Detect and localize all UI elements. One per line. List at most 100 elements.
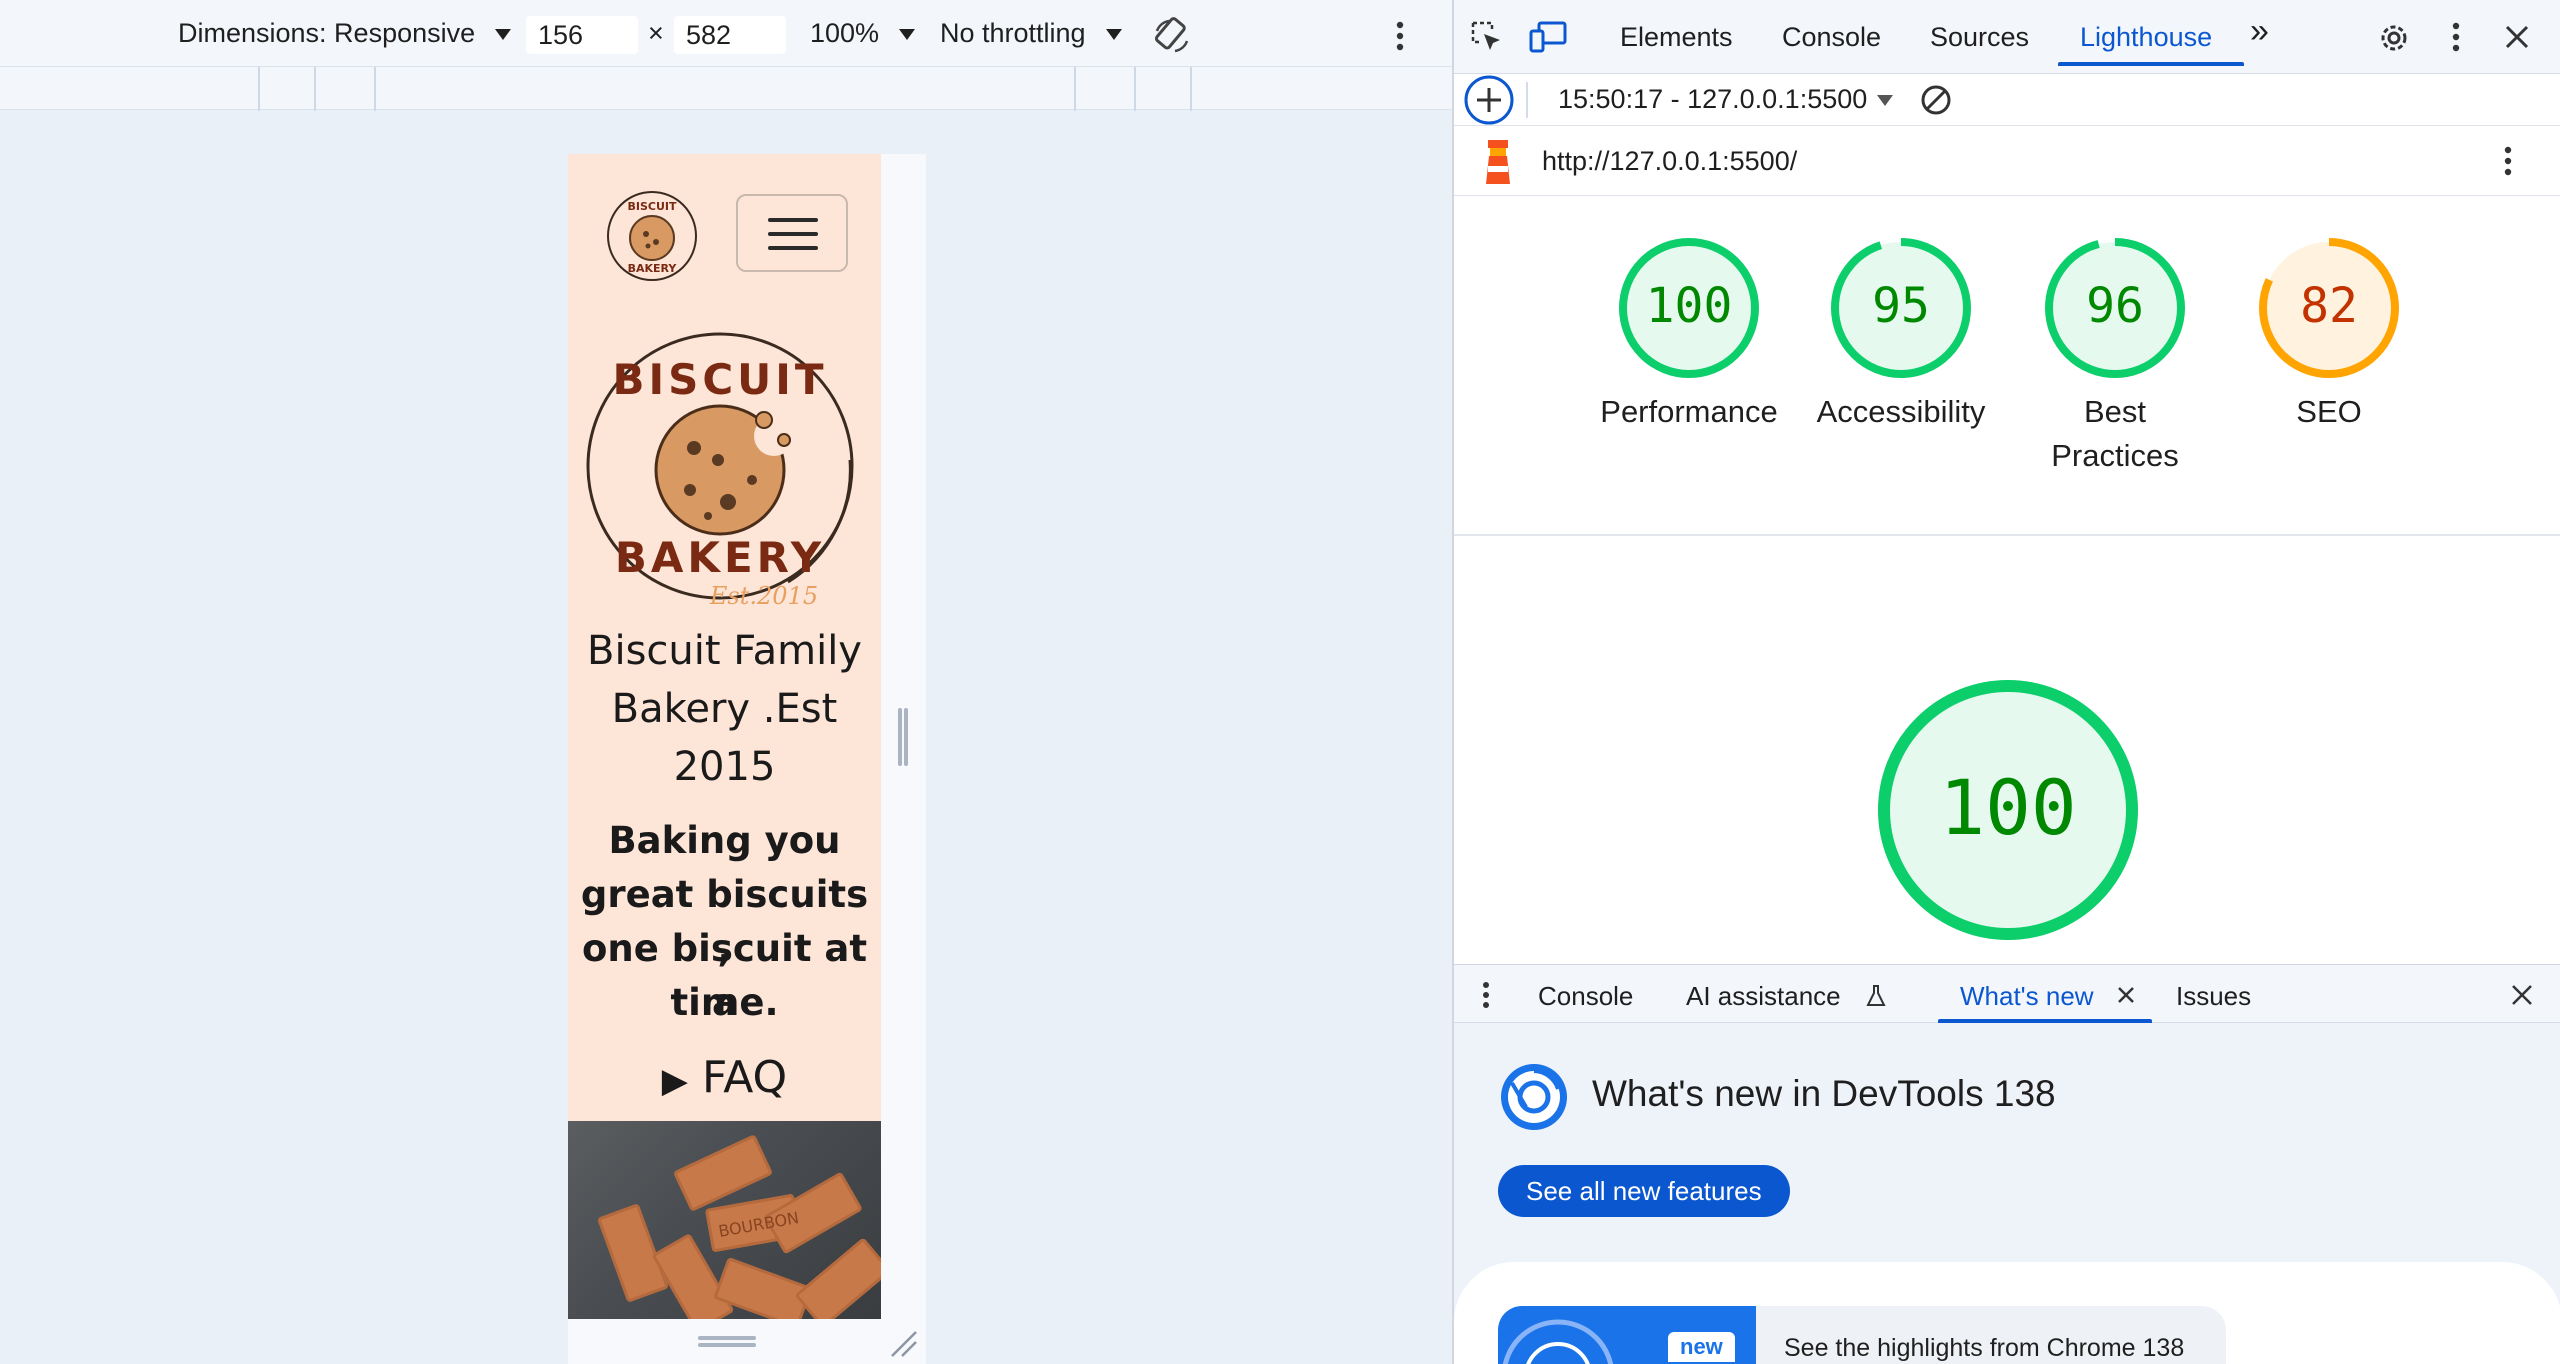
drawer-menu-icon[interactable]: [1476, 979, 1496, 1011]
best-practices-label-line1: Best: [2083, 394, 2147, 429]
hamburger-menu-button[interactable]: [736, 194, 848, 272]
ruler-mark: [1134, 67, 1136, 111]
rotate-icon[interactable]: [1152, 16, 1192, 56]
close-devtools-icon[interactable]: [2500, 20, 2534, 54]
gauge-seo[interactable]: 82 SEO: [2222, 236, 2436, 434]
big-performance-gauge: 100: [1876, 678, 2140, 942]
report-url[interactable]: http://127.0.0.1:5500/: [1542, 146, 1797, 177]
logo-bottom-text: BAKERY: [615, 533, 825, 582]
chevron-down-icon: [899, 29, 916, 40]
report-url-bar: http://127.0.0.1:5500/: [1454, 126, 2560, 196]
tab-console[interactable]: Console: [1782, 22, 1881, 53]
dimensions-label: Dimensions: Responsive: [178, 18, 476, 48]
lighthouse-logo-icon: [1478, 136, 1518, 186]
highlights-text: See the highlights from Chrome 138: [1784, 1334, 2185, 1362]
see-all-new-features-button[interactable]: See all new features: [1498, 1165, 1790, 1217]
width-input[interactable]: 156: [526, 16, 638, 54]
best-practices-label-line2: Practices: [2051, 438, 2179, 473]
drawer-tab-whats-new[interactable]: What's new: [1960, 981, 2094, 1012]
report-menu-icon[interactable]: [2496, 142, 2520, 180]
active-drawer-tab-indicator: [1938, 1019, 2152, 1023]
settings-gear-icon[interactable]: [2374, 18, 2414, 58]
throttling-label: No throttling: [940, 18, 1086, 48]
chrome-devtools-logo-icon: [1498, 1061, 1570, 1133]
drawer-tab-console[interactable]: Console: [1538, 981, 1633, 1012]
clear-reports-icon[interactable]: [1918, 82, 1954, 118]
height-input[interactable]: 582: [674, 16, 786, 54]
device-emulation-area: Dimensions: Responsive 156 × 582 100% No…: [0, 0, 1452, 1364]
seo-label: SEO: [2296, 394, 2362, 429]
zoom-dropdown[interactable]: 100%: [810, 18, 916, 49]
accessibility-label: Accessibility: [1816, 394, 1986, 429]
close-tab-icon[interactable]: [2114, 983, 2138, 1007]
drawer-tabbar: Console AI assistance What's new Issues: [1454, 965, 2560, 1023]
ruler-mark: [374, 67, 376, 111]
biscuit-photo: BOURBON: [568, 1121, 881, 1319]
ruler-mark: [258, 67, 260, 111]
device-toolbar-icon[interactable]: [1528, 18, 1568, 56]
performance-section: 100: [1454, 538, 2560, 964]
seo-score: 82: [2300, 278, 2358, 334]
device-frame: BISCUIT BAKERY BISCUIT BAKERY Est.2015 B…: [568, 154, 926, 1364]
more-tabs-icon[interactable]: »: [2250, 12, 2269, 51]
devtools-menu-icon[interactable]: [2444, 18, 2468, 56]
resize-handle-right[interactable]: [898, 708, 910, 766]
toolbar-divider: [1526, 82, 1528, 118]
drawer-tab-ai-assistance[interactable]: AI assistance: [1686, 981, 1841, 1012]
big-performance-score: 100: [1939, 763, 2076, 852]
site-title-line: 2015: [673, 744, 776, 790]
logo-top-text: BISCUIT: [612, 355, 827, 404]
highlights-card-item[interactable]: new See the highlights from Chrome 138: [1498, 1306, 2226, 1364]
faq-summary[interactable]: ▶ FAQ: [568, 1052, 881, 1103]
site-logo-large: BISCUIT BAKERY Est.2015: [578, 320, 870, 612]
chevron-down-icon: [1105, 29, 1122, 40]
svg-text:BAKERY: BAKERY: [628, 262, 678, 275]
more-options-icon[interactable]: [1388, 18, 1412, 54]
faq-label: FAQ: [701, 1052, 788, 1103]
chevron-down-icon: [495, 29, 512, 40]
report-selector[interactable]: 15:50:17 - 127.0.0.1:5500: [1558, 84, 1894, 115]
accessibility-score: 95: [1872, 278, 1930, 334]
page-viewport[interactable]: BISCUIT BAKERY BISCUIT BAKERY Est.2015 B…: [568, 154, 881, 1319]
performance-score: 100: [1646, 278, 1733, 334]
media-query-ruler[interactable]: [0, 66, 1452, 111]
report-selector-label: 15:50:17 - 127.0.0.1:5500: [1558, 84, 1868, 114]
device-toolbar: Dimensions: Responsive 156 × 582 100% No…: [0, 0, 1452, 66]
site-title-line: Bakery .Est: [611, 686, 838, 732]
site-logo-small[interactable]: BISCUIT BAKERY: [604, 188, 700, 284]
logo-est-text: Est.2015: [709, 582, 818, 610]
devtools-panel: Elements Console Sources Lighthouse » 15…: [1452, 0, 2560, 1364]
gauge-best-practices[interactable]: 96 Best Practices: [2008, 236, 2222, 478]
ruler-mark: [1190, 67, 1192, 111]
resize-corner-icon[interactable]: [886, 1326, 920, 1360]
tab-sources[interactable]: Sources: [1930, 22, 2029, 53]
tab-lighthouse[interactable]: Lighthouse: [2080, 22, 2212, 53]
chevron-down-icon: [1877, 95, 1894, 106]
resize-handle-bottom[interactable]: [698, 1336, 756, 1348]
drawer-tab-issues[interactable]: Issues: [2176, 981, 2251, 1012]
new-badge: new: [1668, 1332, 1735, 1362]
ruler-mark: [314, 67, 316, 111]
inspect-element-icon[interactable]: [1468, 18, 1506, 56]
ruler-mark: [1074, 67, 1076, 111]
score-gauges: 100 Performance 95 Accessibility 96 Best…: [1454, 196, 2560, 536]
dimensions-dropdown[interactable]: Dimensions: Responsive: [178, 18, 512, 49]
flask-icon: [1864, 983, 1888, 1009]
lighthouse-toolbar: 15:50:17 - 127.0.0.1:5500: [1454, 74, 2560, 126]
site-tagline-line: Baking you: [608, 819, 841, 862]
disclosure-triangle-icon: ▶: [661, 1061, 688, 1101]
zoom-label: 100%: [810, 18, 880, 48]
tab-elements[interactable]: Elements: [1620, 22, 1733, 53]
close-drawer-icon[interactable]: [2508, 981, 2536, 1009]
performance-label: Performance: [1600, 394, 1778, 429]
site-tagline-line: time.: [670, 981, 779, 1024]
devtools-tabbar: Elements Console Sources Lighthouse »: [1454, 0, 2560, 74]
svg-text:BISCUIT: BISCUIT: [627, 200, 676, 213]
highlights-thumbnail: new: [1498, 1306, 1756, 1364]
gauge-accessibility[interactable]: 95 Accessibility: [1794, 236, 2008, 434]
new-report-plus-icon[interactable]: [1462, 74, 1516, 126]
best-practices-score: 96: [2086, 278, 2144, 334]
gauge-performance[interactable]: 100 Performance: [1582, 236, 1796, 434]
site-title-line: Biscuit Family: [587, 628, 862, 674]
throttling-dropdown[interactable]: No throttling: [940, 18, 1122, 49]
